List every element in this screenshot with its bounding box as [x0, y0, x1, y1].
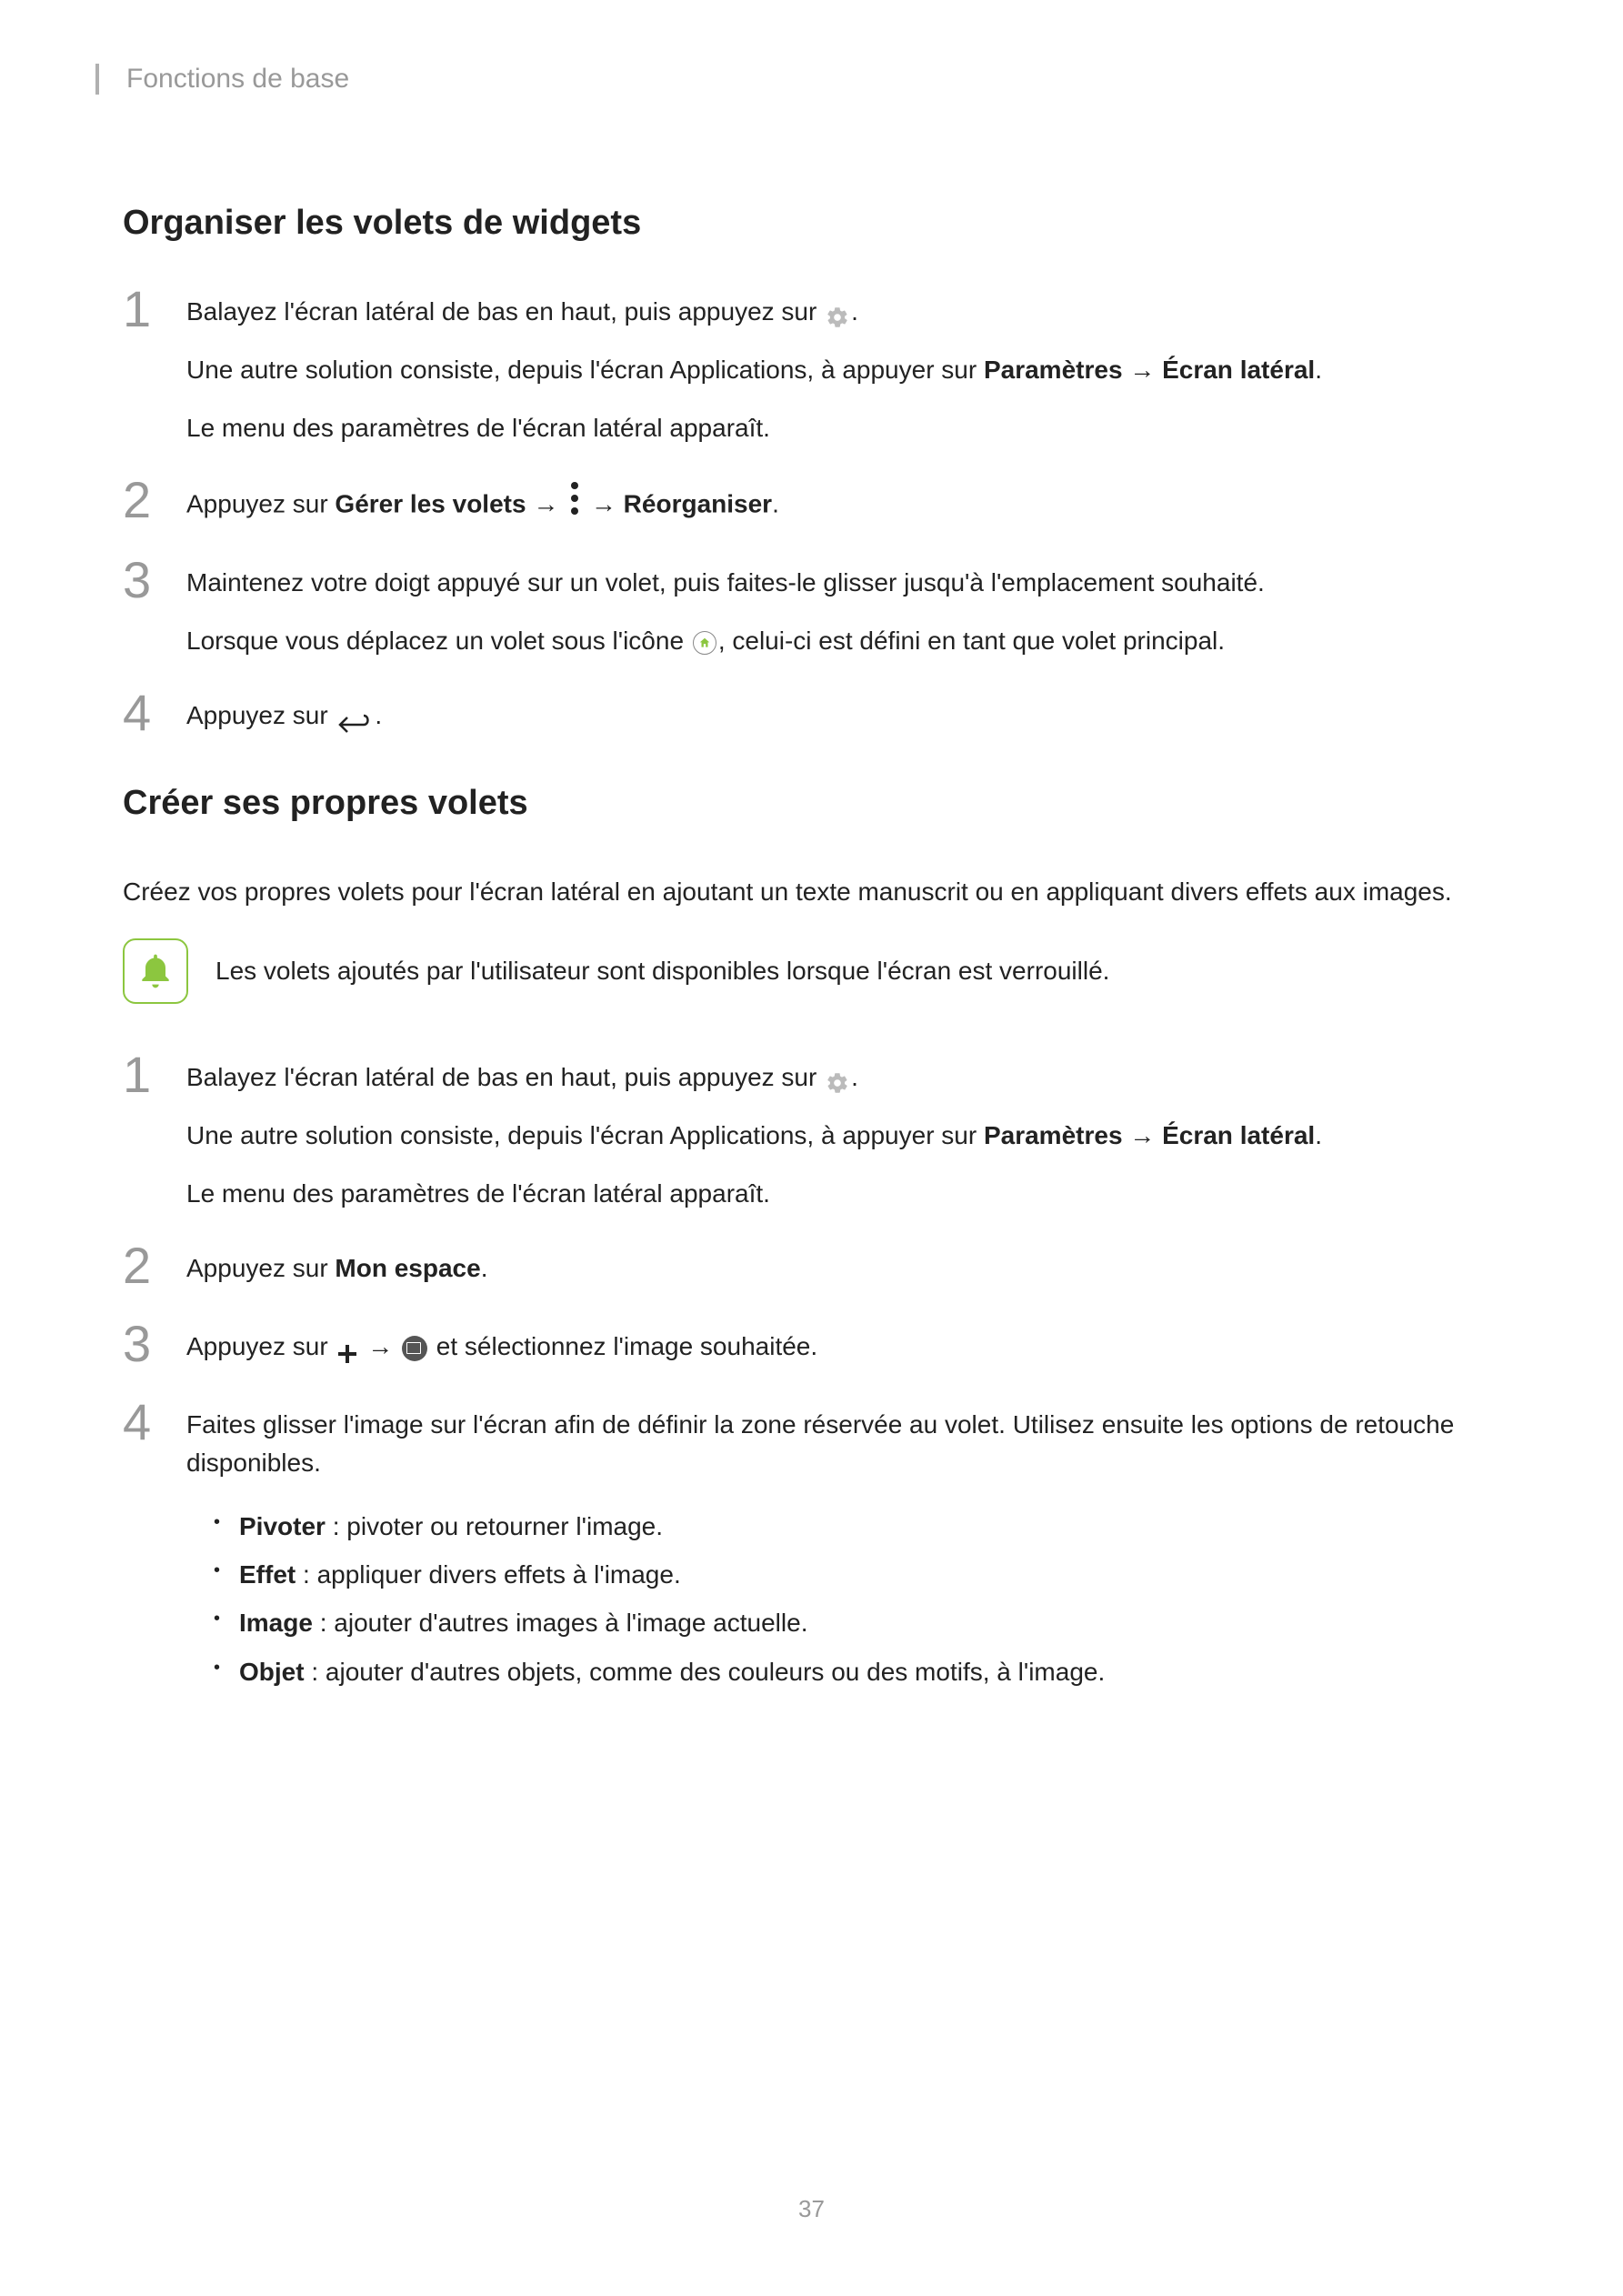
step-item: 1 Balayez l'écran latéral de bas en haut… — [123, 1058, 1500, 1213]
note-block: Les volets ajoutés par l'utilisateur son… — [123, 938, 1500, 1004]
gear-icon — [826, 1068, 849, 1091]
step-text: Balayez l'écran latéral de bas en haut, … — [186, 1058, 1500, 1097]
step-number: 2 — [123, 1240, 186, 1291]
step-text: Appuyez sur Gérer les volets → → Réorgan… — [186, 484, 1500, 527]
step-number: 3 — [123, 1318, 186, 1369]
more-icon — [571, 482, 578, 526]
step-item: 4 Appuyez sur . — [123, 697, 1500, 738]
step-text: Balayez l'écran latéral de bas en haut, … — [186, 293, 1500, 331]
breadcrumb: Fonctions de base — [95, 64, 1500, 95]
list-item: Pivoter : pivoter ou retourner l'image. — [214, 1502, 1500, 1550]
plus-icon — [336, 1338, 358, 1359]
step-text: Le menu des paramètres de l'écran latéra… — [186, 409, 1500, 447]
back-icon — [336, 707, 373, 728]
step-number: 4 — [123, 687, 186, 738]
step-number: 3 — [123, 555, 186, 606]
section1-title: Organiser les volets de widgets — [123, 204, 1500, 243]
home-icon — [693, 631, 716, 655]
step-item: 2 Appuyez sur Gérer les volets → → Réorg… — [123, 484, 1500, 527]
bell-icon — [123, 938, 188, 1004]
page-number: 37 — [798, 2195, 825, 2223]
step-item: 2 Appuyez sur Mon espace. — [123, 1249, 1500, 1291]
intro-text: Créez vos propres volets pour l'écran la… — [123, 873, 1500, 911]
step-number: 1 — [123, 1049, 186, 1100]
step-text: Appuyez sur Mon espace. — [186, 1249, 1500, 1288]
step-item: 4 Faites glisser l'image sur l'écran afi… — [123, 1406, 1500, 1696]
step-text: Appuyez sur → et sélectionnez l'image so… — [186, 1328, 1500, 1366]
note-text: Les volets ajoutés par l'utilisateur son… — [215, 952, 1109, 990]
step-text: Maintenez votre doigt appuyé sur un vole… — [186, 564, 1500, 602]
step-text: Appuyez sur . — [186, 697, 1500, 735]
step-text: Faites glisser l'image sur l'écran afin … — [186, 1406, 1500, 1482]
step-number: 4 — [123, 1397, 186, 1448]
section2-title: Créer ses propres volets — [123, 784, 1500, 823]
step-number: 2 — [123, 475, 186, 526]
picture-icon — [402, 1336, 427, 1361]
list-item: Objet : ajouter d'autres objets, comme d… — [214, 1648, 1500, 1696]
bullet-list: Pivoter : pivoter ou retourner l'image. … — [186, 1502, 1500, 1696]
step-item: 1 Balayez l'écran latéral de bas en haut… — [123, 293, 1500, 447]
step-number: 1 — [123, 284, 186, 335]
gear-icon — [826, 302, 849, 326]
list-item: Effet : appliquer divers effets à l'imag… — [214, 1550, 1500, 1599]
step-text: Une autre solution consiste, depuis l'éc… — [186, 1117, 1500, 1155]
step-item: 3 Appuyez sur → et sélectionnez l'image … — [123, 1328, 1500, 1369]
list-item: Image : ajouter d'autres images à l'imag… — [214, 1599, 1500, 1647]
step-text: Une autre solution consiste, depuis l'éc… — [186, 351, 1500, 389]
step-text: Lorsque vous déplacez un volet sous l'ic… — [186, 622, 1500, 660]
step-item: 3 Maintenez votre doigt appuyé sur un vo… — [123, 564, 1500, 660]
step-text: Le menu des paramètres de l'écran latéra… — [186, 1175, 1500, 1213]
breadcrumb-text: Fonctions de base — [126, 64, 349, 94]
